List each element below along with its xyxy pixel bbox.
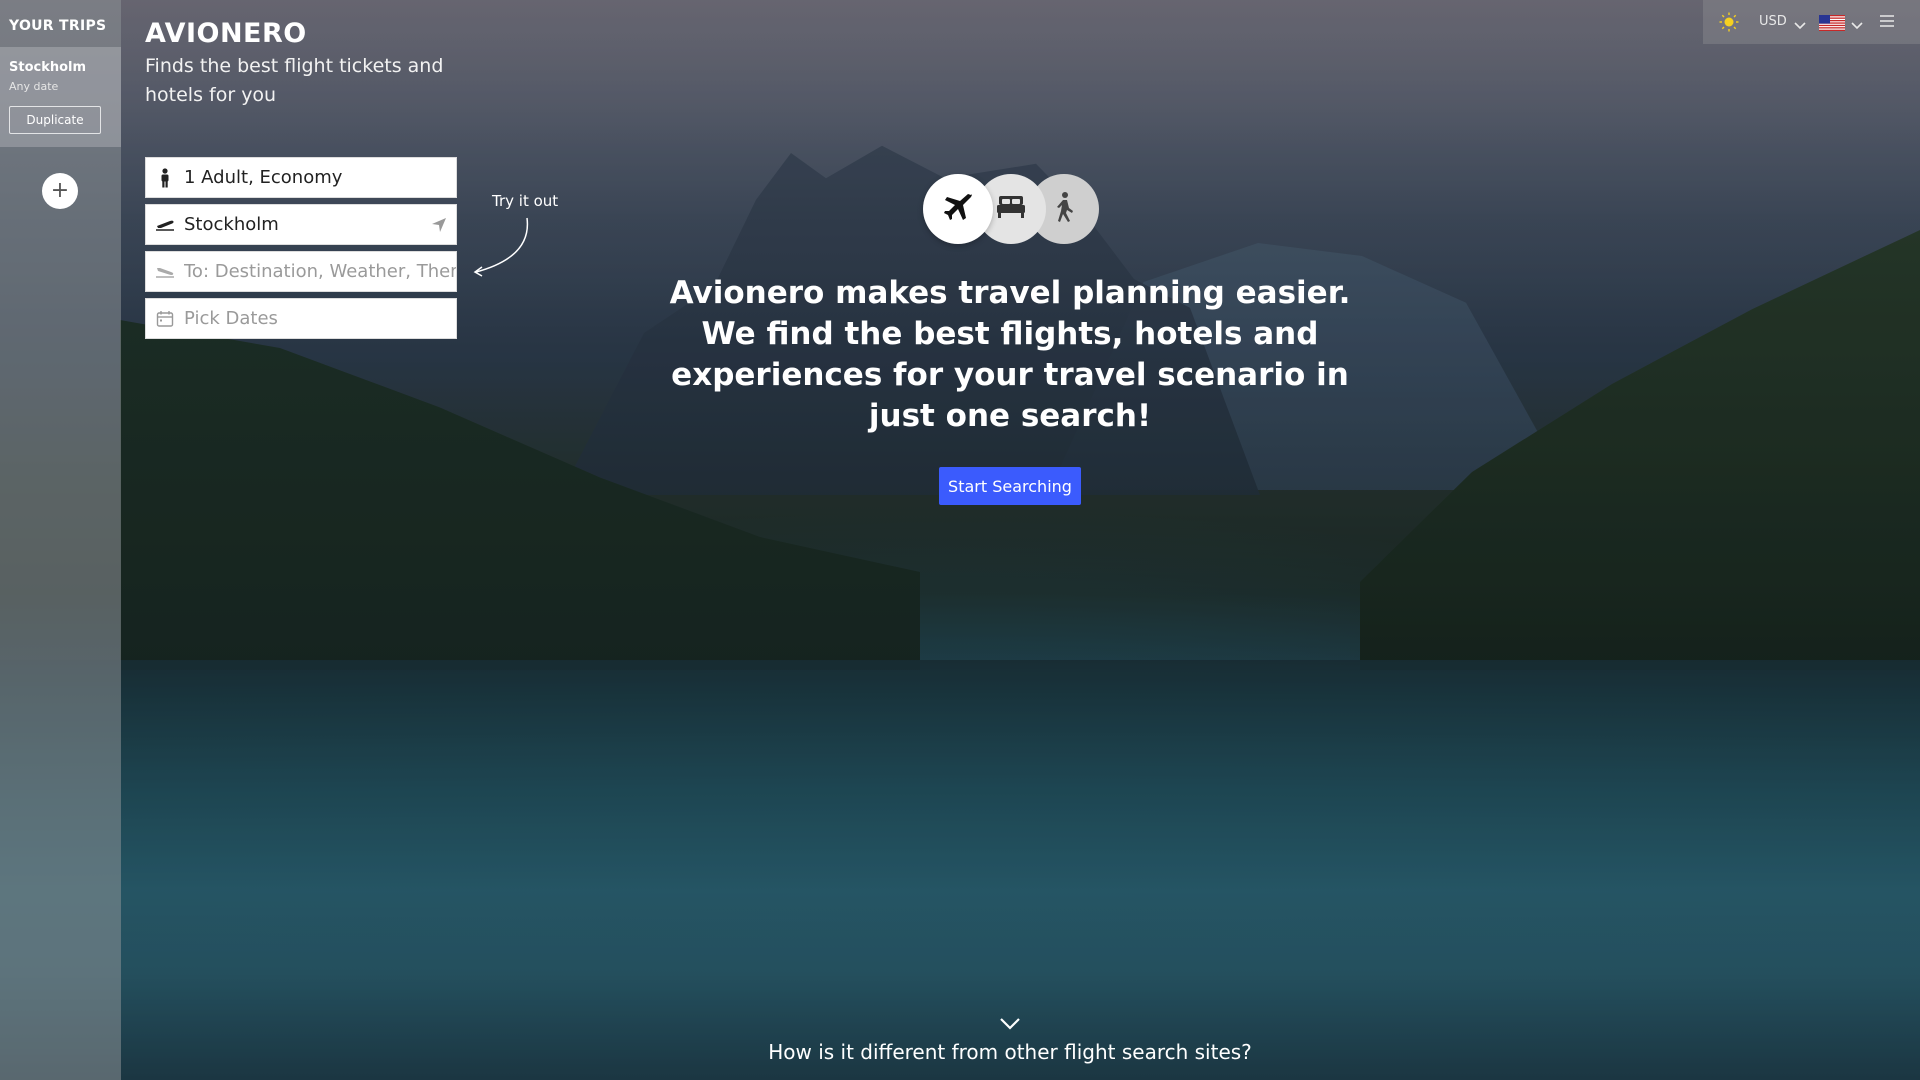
hamburger-menu-icon[interactable] — [1879, 13, 1895, 33]
dates-field[interactable]: Pick Dates — [145, 298, 457, 339]
brand-tagline: Finds the best flight tickets and hotels… — [145, 55, 444, 106]
chevron-down-icon[interactable] — [1794, 15, 1806, 34]
flights-mode-button[interactable] — [923, 174, 993, 244]
origin-value: Stockholm — [184, 214, 279, 235]
origin-field[interactable]: Stockholm — [145, 204, 457, 245]
sidebar-title: YOUR TRIPS — [9, 18, 107, 34]
landing-icon — [146, 265, 184, 279]
plane-icon — [942, 191, 974, 227]
hero-headline: Avionero makes travel planning easier. W… — [669, 275, 1351, 434]
scroll-down-chevron-icon[interactable] — [999, 1016, 1021, 1035]
currency-selector[interactable]: USD — [1759, 14, 1787, 29]
dates-placeholder: Pick Dates — [184, 308, 278, 329]
passengers-value: 1 Adult, Economy — [184, 167, 343, 188]
destination-field[interactable]: To: Destination, Weather, Them — [145, 251, 457, 292]
add-trip-button[interactable]: + — [42, 173, 78, 209]
chevron-down-icon[interactable] — [1851, 15, 1863, 34]
curved-arrow-icon — [473, 217, 529, 277]
bed-icon — [995, 193, 1027, 225]
passengers-field[interactable]: 1 Adult, Economy — [145, 157, 457, 198]
location-arrow-icon[interactable] — [422, 217, 456, 233]
us-flag-icon[interactable] — [1819, 15, 1845, 35]
destination-placeholder: To: Destination, Weather, Them — [184, 261, 456, 282]
start-searching-button[interactable]: Start Searching — [939, 467, 1081, 505]
try-it-out-hint: Try it out — [492, 192, 559, 210]
top-right-toolbar: USD — [1703, 0, 1920, 44]
duplicate-button[interactable]: Duplicate — [9, 106, 101, 134]
calendar-icon — [146, 310, 184, 328]
trip-name: Stockholm — [9, 60, 87, 75]
trips-sidebar: YOUR TRIPS Stockholm Any date Duplicate … — [0, 0, 121, 1080]
sun-icon[interactable] — [1719, 12, 1739, 36]
how-different-link[interactable]: How is it different from other flight se… — [660, 1040, 1360, 1064]
walking-icon — [1051, 191, 1077, 227]
trip-card[interactable]: Stockholm Any date Duplicate — [0, 47, 121, 147]
brand-logo[interactable]: AVIONERO — [145, 18, 307, 49]
takeoff-icon — [146, 218, 184, 232]
trip-date: Any date — [9, 80, 59, 93]
person-icon — [146, 167, 184, 188]
